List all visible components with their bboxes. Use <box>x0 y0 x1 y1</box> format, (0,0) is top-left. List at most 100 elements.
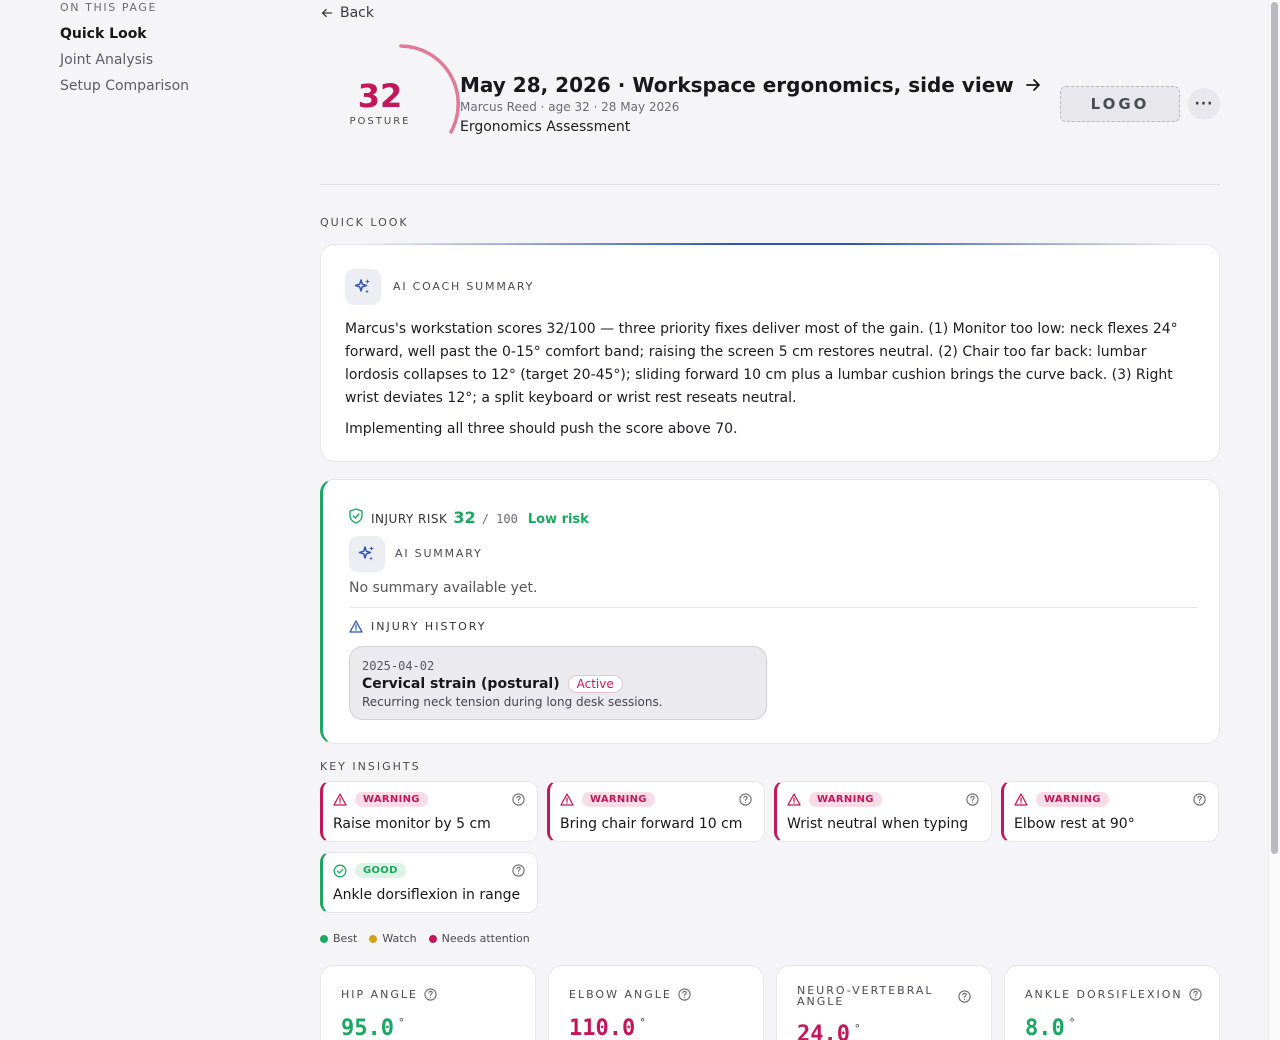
legend-dot <box>320 934 328 943</box>
severity-badge: GOOD <box>355 863 406 878</box>
help-circle-icon[interactable] <box>512 793 525 806</box>
toc-item-quick-look[interactable]: Quick Look <box>60 25 260 43</box>
insight-card[interactable]: WARNING Elbow rest at 90° <box>1001 781 1219 842</box>
page-title-text: May 28, 2026 · Workspace ergonomics, sid… <box>460 73 1014 97</box>
metric-value: 95.0 ° <box>341 1016 405 1040</box>
metric-number: 8.0 <box>1025 1016 1065 1040</box>
insight-card[interactable]: WARNING Wrist neutral when typing <box>774 781 992 842</box>
legend-dot <box>369 934 378 943</box>
help-circle-icon[interactable] <box>1193 793 1206 806</box>
status-legend: Best Watch Needs attention <box>320 932 530 945</box>
shield-check-icon <box>349 508 363 524</box>
logo-placeholder: LOGO <box>1060 86 1180 122</box>
check-circle-icon <box>333 864 347 878</box>
injury-risk-value: 32 <box>453 508 476 527</box>
page-title[interactable]: May 28, 2026 · Workspace ergonomics, sid… <box>460 72 1042 98</box>
help-circle-icon[interactable] <box>966 793 979 806</box>
more-options-button[interactable]: ··· <box>1188 88 1220 120</box>
ai-coach-paragraph: Implementing all three should push the s… <box>345 421 738 437</box>
injury-title: Cervical strain (postural) Active <box>362 675 623 693</box>
ai-summary-heading: AI SUMMARY <box>395 547 483 560</box>
severity-badge: WARNING <box>809 792 882 807</box>
quick-look-heading: QUICK LOOK <box>320 216 409 229</box>
on-this-page-nav: ON THIS PAGE Quick Look Joint Analysis S… <box>60 0 260 95</box>
metric-unit: ° <box>853 1022 861 1035</box>
insight-text: Elbow rest at 90° <box>1014 816 1135 832</box>
section-divider <box>349 607 1197 608</box>
help-circle-icon[interactable] <box>424 988 437 1001</box>
severity-badge: WARNING <box>582 792 655 807</box>
header-divider <box>320 184 1220 185</box>
legend-item-best: Best <box>320 932 357 945</box>
toc-item-joint-analysis[interactable]: Joint Analysis <box>60 51 260 69</box>
metric-label: HIP ANGLE <box>341 988 437 1001</box>
metric-value: 8.0 ° <box>1025 1016 1075 1040</box>
session-title-block: May 28, 2026 · Workspace ergonomics, sid… <box>460 72 1042 135</box>
help-circle-icon[interactable] <box>739 793 752 806</box>
insight-card[interactable]: WARNING Raise monitor by 5 cm <box>320 781 538 842</box>
ai-coach-summary-card: AI COACH SUMMARY Marcus's workstation sc… <box>320 244 1220 462</box>
posture-score-label: POSTURE <box>349 116 411 127</box>
insight-text: Ankle dorsiflexion in range <box>333 887 521 903</box>
help-circle-icon[interactable] <box>1188 988 1202 1001</box>
metric-number: 110.0 <box>569 1016 636 1040</box>
metric-label-text: ANKLE DORSIFLEXION <box>1025 988 1183 1001</box>
injury-risk-label: INJURY RISK <box>371 512 448 526</box>
back-label: Back <box>340 5 374 21</box>
posture-score-value: 32 <box>357 77 403 115</box>
metric-unit: ° <box>639 1016 646 1029</box>
insight-text: Bring chair forward 10 cm <box>560 816 743 832</box>
legend-item-needs-attention: Needs attention <box>428 932 530 945</box>
injury-risk-card: INJURY RISK 32 / 100 Low risk AI SUMMARY… <box>320 479 1220 744</box>
warning-triangle-icon <box>560 793 574 806</box>
warning-triangle-icon <box>1014 793 1028 806</box>
ai-card-glow <box>360 243 1180 245</box>
metric-card-ankle-dorsiflexion[interactable]: ANKLE DORSIFLEXION 8.0 ° <box>1004 965 1220 1040</box>
insight-card[interactable]: GOOD Ankle dorsiflexion in range <box>320 852 538 913</box>
warning-triangle-icon <box>349 620 363 633</box>
help-circle-icon[interactable] <box>678 988 691 1001</box>
warning-triangle-icon <box>787 793 801 806</box>
metric-label-text: NEURO-VERTEBRAL ANGLE <box>797 984 934 1008</box>
key-insights-heading: KEY INSIGHTS <box>320 760 421 773</box>
metric-number: 24.0 <box>797 1022 850 1040</box>
injury-history-item[interactable]: 2025-04-02 Cervical strain (postural) Ac… <box>349 646 767 720</box>
metric-card-hip-angle[interactable]: HIP ANGLE 95.0 ° <box>320 965 536 1040</box>
arrow-right-icon <box>1025 79 1040 91</box>
sparkles-icon <box>349 536 385 572</box>
status-badge: Active <box>567 675 623 693</box>
insight-text: Wrist neutral when typing <box>787 816 969 832</box>
toc-item-setup-comparison[interactable]: Setup Comparison <box>60 77 260 95</box>
metric-card-elbow-angle[interactable]: ELBOW ANGLE 110.0 ° <box>548 965 764 1040</box>
metric-card-neuro-vertebral-angle[interactable]: NEURO-VERTEBRAL ANGLE 24.0 ° <box>776 965 992 1040</box>
ai-coach-text: Marcus's workstation scores 32/100 — thr… <box>345 318 1195 441</box>
severity-badge: WARNING <box>1036 792 1109 807</box>
metric-label: ANKLE DORSIFLEXION <box>1025 988 1202 1001</box>
metric-value: 110.0 ° <box>569 1016 646 1040</box>
scrollbar-thumb[interactable] <box>1271 2 1278 854</box>
posture-score-ring: 32 POSTURE <box>340 42 460 134</box>
insight-card[interactable]: WARNING Bring chair forward 10 cm <box>547 781 765 842</box>
injury-date: 2025-04-02 <box>362 659 435 673</box>
ai-summary-empty: No summary available yet. <box>349 580 538 596</box>
arrow-left-icon <box>321 8 333 18</box>
scrollbar[interactable] <box>1268 0 1280 1040</box>
metric-label-text: ELBOW ANGLE <box>569 988 672 1001</box>
toc-title: ON THIS PAGE <box>60 1 158 14</box>
legend-label: Watch <box>382 932 417 945</box>
injury-description: Recurring neck tension during long desk … <box>362 695 663 709</box>
ai-coach-paragraph: Marcus's workstation scores 32/100 — thr… <box>345 321 1178 406</box>
metric-label-text: HIP ANGLE <box>341 988 419 1001</box>
injury-risk-denominator: / 100 <box>481 512 518 526</box>
session-meta: Marcus Reed · age 32 · 28 May 2026 <box>460 100 680 114</box>
metric-label: NEURO-VERTEBRAL ANGLE <box>797 985 947 1007</box>
metric-unit: ° <box>397 1016 405 1029</box>
legend-label: Best <box>333 932 358 945</box>
back-button[interactable]: Back <box>320 5 374 21</box>
injury-title-text: Cervical strain (postural) <box>362 676 560 692</box>
help-circle-icon[interactable] <box>512 864 525 877</box>
metric-value: 24.0 ° <box>797 1022 861 1040</box>
severity-badge: WARNING <box>355 792 428 807</box>
injury-risk-header: INJURY RISK 32 / 100 Low risk <box>371 508 589 527</box>
help-circle-icon[interactable] <box>958 990 971 1003</box>
